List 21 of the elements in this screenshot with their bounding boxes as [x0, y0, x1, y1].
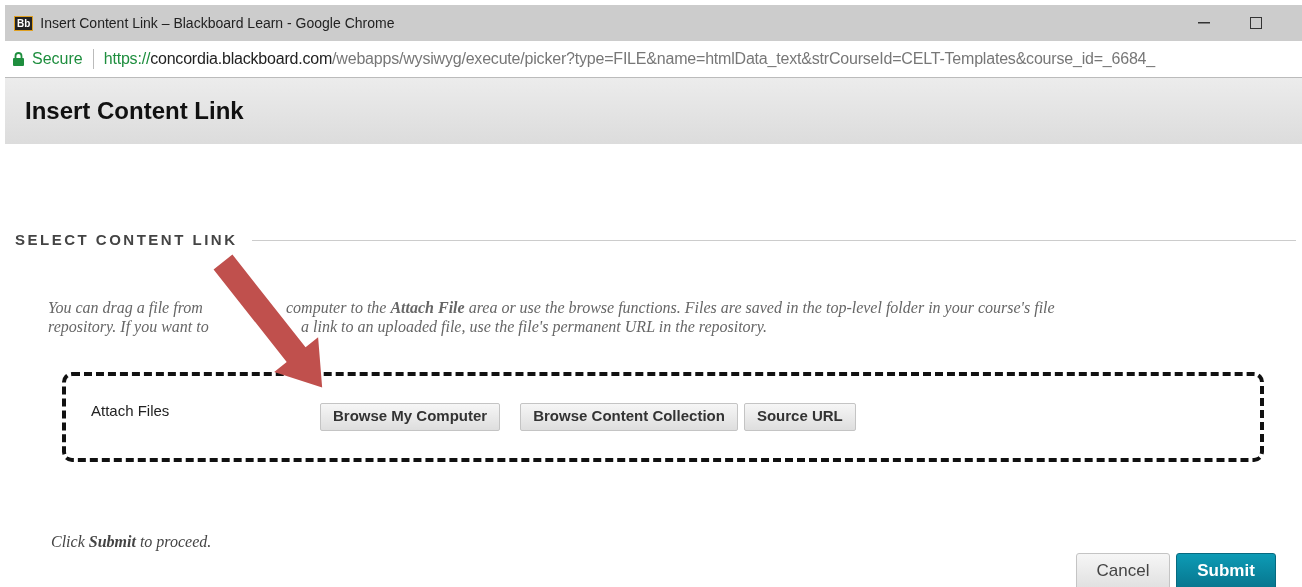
maximize-icon[interactable]	[1250, 17, 1262, 29]
secure-label: Secure	[32, 49, 83, 69]
attach-files-label: Attach Files	[91, 401, 171, 422]
instructions-text: a link to an uploaded file, use the file's permanent URL in the repository.	[301, 317, 768, 336]
browse-button[interactable]: Browse Content Collection	[520, 402, 738, 431]
footer-note: Click Submit to proceed.	[51, 531, 213, 553]
lock-icon	[13, 52, 24, 66]
app-logo: Bb	[14, 15, 34, 31]
window-title: Insert Content Link – Blackboard Learn - Google Chrome	[40, 13, 395, 33]
submit-button[interactable]: Submit	[1176, 553, 1276, 587]
section-heading: SELECT CONTENT LINK	[15, 230, 238, 250]
browse-button[interactable]: Source URL	[743, 402, 856, 431]
minimize-icon[interactable]	[1198, 22, 1210, 24]
page-title: Insert Content Link	[25, 96, 244, 126]
cancel-button[interactable]: Cancel	[1076, 553, 1170, 587]
instructions-text: computer to the Attach File area or use the browse functions. Files are saved in the top-level folder in your course's file	[286, 297, 1055, 317]
browse-button[interactable]: Browse My Computer	[320, 402, 501, 431]
url-text: https://concordia.blackboard.com/webapps/wysiwyg/execute/picker?type=FILE&name=htmlData_text&strCourseId=CELT-Templates&course_id=_6684_	[103, 49, 1155, 69]
attach-files-area[interactable]: Attach Files Browse My Computer Browse Content Collection Source URL	[62, 371, 1264, 462]
instructions-text: You can drag a file from	[48, 297, 204, 317]
instructions-text: repository. If you want to	[48, 317, 210, 336]
